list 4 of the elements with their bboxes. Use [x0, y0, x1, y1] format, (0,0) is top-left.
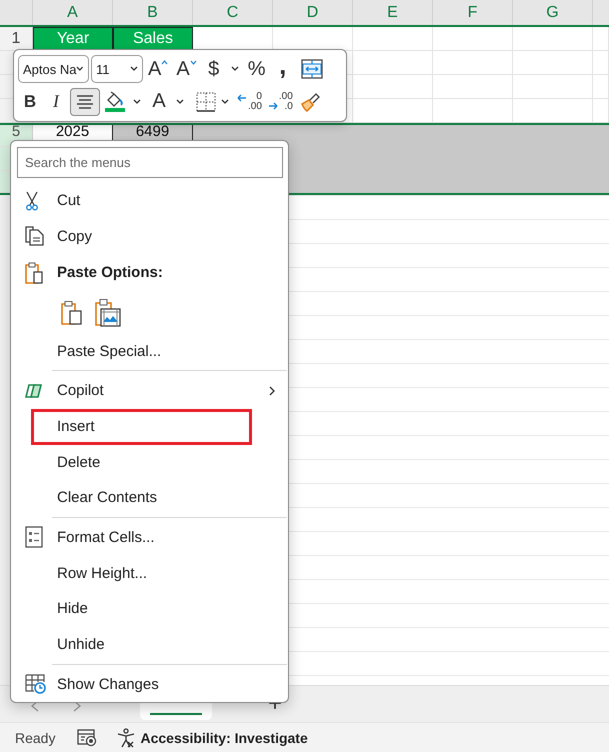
status-text: Ready	[15, 730, 56, 746]
menu-heading: Paste Options:	[57, 264, 163, 282]
table-cell: Sales	[113, 27, 193, 51]
table-cell: Year	[33, 27, 113, 51]
